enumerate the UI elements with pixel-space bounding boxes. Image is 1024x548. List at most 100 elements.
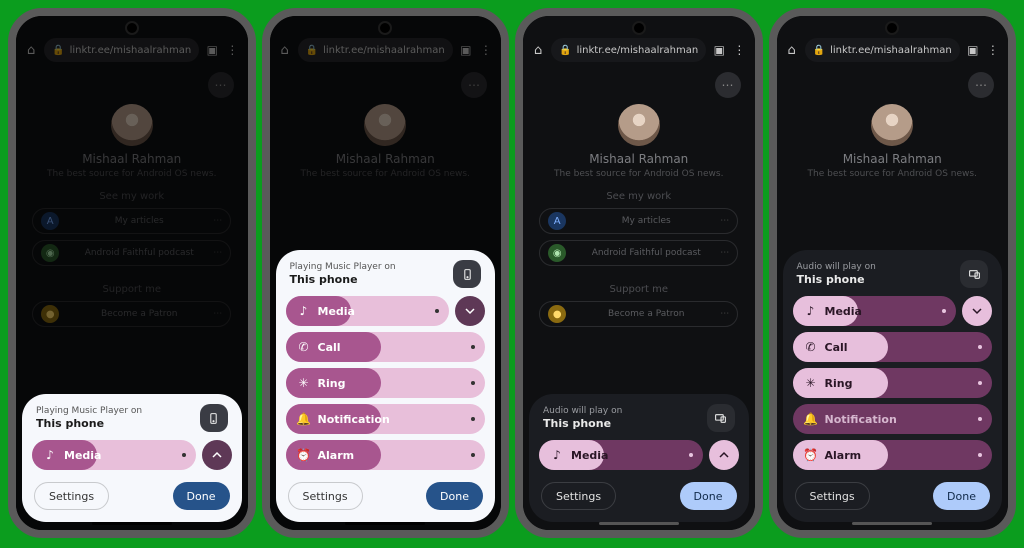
overflow-icon[interactable]: ⋮: [732, 43, 746, 57]
chip-icon: ●: [548, 305, 566, 323]
kebab-icon[interactable]: ⋯: [213, 248, 222, 258]
kebab-icon[interactable]: ⋯: [213, 309, 222, 319]
link-articles[interactable]: AMy articles⋯: [32, 208, 231, 234]
alarm-slider[interactable]: ⏰Alarm: [793, 440, 993, 470]
profile-name: Mishaal Rahman: [843, 152, 942, 166]
panel-device: This phone: [290, 273, 454, 286]
profile-tagline: The best source for Android OS news.: [47, 169, 216, 179]
media-slider[interactable]: ♪Media: [286, 296, 450, 326]
phone-icon: ✆: [296, 340, 312, 354]
kebab-icon[interactable]: ⋯: [213, 216, 222, 226]
expand-button[interactable]: [709, 440, 739, 470]
alarm-icon: ⏰: [803, 448, 819, 462]
panel-header: Playing Music Player on This phone: [286, 260, 486, 288]
collapse-button[interactable]: [455, 296, 485, 326]
done-button[interactable]: Done: [426, 482, 483, 510]
address-bar[interactable]: ⌂ 🔒linktr.ee/mishaalrahman ▣ ⋮: [777, 38, 1009, 62]
output-device-button[interactable]: [200, 404, 228, 432]
alarm-slider[interactable]: ⏰Alarm: [286, 440, 486, 470]
output-device-button[interactable]: [960, 260, 988, 288]
panel-footer: Settings Done: [539, 482, 739, 510]
volume-panel-light-collapsed: Playing Music Player on This phone ♪ Med…: [22, 394, 242, 522]
settings-button[interactable]: Settings: [541, 482, 616, 510]
page-more-button[interactable]: ⋯: [968, 72, 994, 98]
page-more-button[interactable]: ⋯: [461, 72, 487, 98]
panel-footer: Settings Done: [32, 482, 232, 510]
nav-bar[interactable]: [92, 522, 172, 525]
overflow-icon[interactable]: ⋮: [479, 43, 493, 57]
expand-button[interactable]: [202, 440, 232, 470]
collapse-button[interactable]: [962, 296, 992, 326]
kebab-icon[interactable]: ⋯: [720, 248, 729, 258]
url-text: linktr.ee/mishaalrahman: [577, 45, 699, 56]
tabs-icon[interactable]: ▣: [205, 43, 219, 57]
section-header-work: See my work: [606, 191, 671, 202]
camera-notch: [885, 21, 899, 35]
kebab-icon[interactable]: ⋯: [720, 216, 729, 226]
call-slider[interactable]: ✆Call: [286, 332, 486, 362]
call-slider[interactable]: ✆Call: [793, 332, 993, 362]
profile-name: Mishaal Rahman: [82, 152, 181, 166]
music-note-icon: ♪: [42, 448, 58, 462]
camera-notch: [125, 21, 139, 35]
home-icon[interactable]: ⌂: [24, 42, 38, 58]
panel-footer: Settings Done: [286, 482, 486, 510]
ring-slider[interactable]: ✳Ring: [793, 368, 993, 398]
done-button[interactable]: Done: [680, 482, 737, 510]
media-slider[interactable]: ♪Media: [793, 296, 957, 326]
media-slider[interactable]: ♪ Media: [32, 440, 196, 470]
overflow-icon[interactable]: ⋮: [986, 43, 1000, 57]
volume-panel-light-expanded: Playing Music Player on This phone ♪Medi…: [276, 250, 496, 522]
ring-slider[interactable]: ✳Ring: [286, 368, 486, 398]
nav-bar[interactable]: [852, 522, 932, 525]
link-podcast[interactable]: ◉Android Faithful podcast⋯: [32, 240, 231, 266]
profile-tagline: The best source for Android OS news.: [808, 169, 977, 179]
tabs-icon[interactable]: ▣: [966, 43, 980, 57]
music-note-icon: ♪: [549, 448, 565, 462]
home-icon[interactable]: ⌂: [785, 42, 799, 58]
phone-4: ⌂ 🔒linktr.ee/mishaalrahman ▣ ⋮ ⋯ Mishaal…: [769, 8, 1017, 538]
settings-button[interactable]: Settings: [795, 482, 870, 510]
home-icon[interactable]: ⌂: [278, 42, 292, 58]
address-bar[interactable]: ⌂ 🔒linktr.ee/mishaalrahman ▣ ⋮: [16, 38, 248, 62]
settings-button[interactable]: Settings: [288, 482, 363, 510]
output-device-button[interactable]: [707, 404, 735, 432]
page-more-button[interactable]: ⋯: [715, 72, 741, 98]
profile-tagline: The best source for Android OS news.: [554, 169, 723, 179]
bell-icon: 🔔: [803, 412, 819, 426]
panel-device: This phone: [797, 273, 961, 286]
overflow-icon[interactable]: ⋮: [225, 43, 239, 57]
nav-bar[interactable]: [345, 522, 425, 525]
tabs-icon[interactable]: ▣: [459, 43, 473, 57]
home-icon[interactable]: ⌂: [531, 42, 545, 58]
link-podcast[interactable]: ◉Android Faithful podcast⋯: [539, 240, 738, 266]
link-patron[interactable]: ●Become a Patron⋯: [32, 301, 231, 327]
profile-name: Mishaal Rahman: [589, 152, 688, 166]
profile-name: Mishaal Rahman: [336, 152, 435, 166]
media-slider[interactable]: ♪ Media: [539, 440, 703, 470]
section-header-support: Support me: [102, 284, 161, 295]
panel-header: Playing Music Player on This phone: [32, 404, 232, 432]
avatar: [871, 104, 913, 146]
settings-button[interactable]: Settings: [34, 482, 109, 510]
media-label: Media: [64, 449, 101, 462]
kebab-icon[interactable]: ⋯: [720, 309, 729, 319]
nav-bar[interactable]: [599, 522, 679, 525]
link-patron[interactable]: ●Become a Patron⋯: [539, 301, 738, 327]
address-bar[interactable]: ⌂ 🔒linktr.ee/mishaalrahman ▣ ⋮: [270, 38, 502, 62]
address-bar[interactable]: ⌂ 🔒linktr.ee/mishaalrahman ▣ ⋮: [523, 38, 755, 62]
done-button[interactable]: Done: [933, 482, 990, 510]
link-articles[interactable]: AMy articles⋯: [539, 208, 738, 234]
panel-header: Audio will play on This phone: [793, 260, 993, 288]
done-button[interactable]: Done: [173, 482, 230, 510]
panel-device: This phone: [36, 417, 200, 430]
lock-icon: 🔒: [52, 45, 64, 56]
media-row: ♪ Media: [539, 440, 739, 470]
tabs-icon[interactable]: ▣: [712, 43, 726, 57]
notification-slider[interactable]: 🔔Notification: [286, 404, 486, 434]
page-more-button[interactable]: ⋯: [208, 72, 234, 98]
notification-slider[interactable]: 🔔Notification: [793, 404, 993, 434]
chip-icon: ◉: [548, 244, 566, 262]
output-device-button[interactable]: [453, 260, 481, 288]
media-label: Media: [571, 449, 608, 462]
